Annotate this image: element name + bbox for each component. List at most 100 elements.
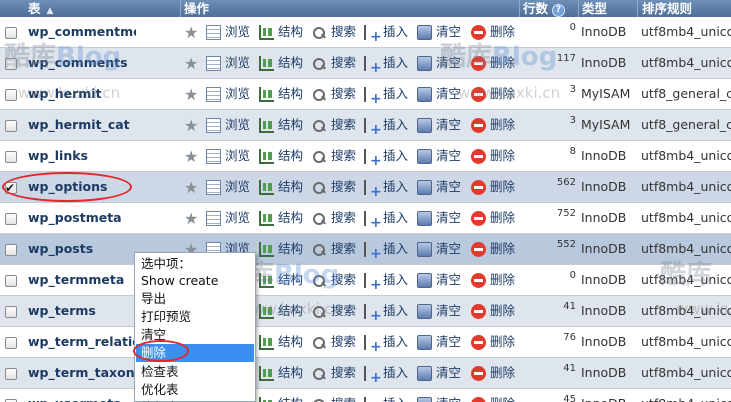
- table-name-link[interactable]: wp_term_relatio: [28, 327, 136, 357]
- drop-action[interactable]: 删除: [471, 110, 515, 140]
- insert-action[interactable]: 插入: [364, 48, 408, 83]
- browse-action[interactable]: 浏览: [206, 48, 250, 78]
- star-icon[interactable]: ★: [184, 117, 199, 133]
- insert-action[interactable]: 插入: [364, 296, 408, 331]
- column-header-rows[interactable]: 行数?: [523, 0, 566, 17]
- row-checkbox[interactable]: [5, 368, 17, 380]
- row-checkbox[interactable]: [5, 89, 17, 101]
- drop-action[interactable]: 删除: [471, 296, 515, 326]
- table-name-link[interactable]: wp_posts: [28, 234, 136, 264]
- insert-action[interactable]: 插入: [364, 79, 408, 114]
- insert-action[interactable]: 插入: [364, 17, 408, 52]
- empty-action[interactable]: 清空: [417, 110, 461, 140]
- drop-action[interactable]: 删除: [471, 265, 515, 295]
- structure-action[interactable]: 结构: [259, 234, 303, 264]
- insert-action[interactable]: 插入: [364, 234, 408, 269]
- empty-action[interactable]: 清空: [417, 265, 461, 295]
- table-name-link[interactable]: wp_hermit_cat: [28, 110, 136, 140]
- structure-action[interactable]: 结构: [259, 203, 303, 233]
- table-name-link[interactable]: wp_usermeta: [28, 389, 136, 402]
- structure-action[interactable]: 结构: [259, 358, 303, 388]
- table-name-link[interactable]: wp_postmeta: [28, 203, 136, 233]
- structure-action[interactable]: 结构: [259, 48, 303, 78]
- browse-action[interactable]: 浏览: [206, 172, 250, 202]
- empty-action[interactable]: 清空: [417, 79, 461, 109]
- drop-action[interactable]: 删除: [471, 172, 515, 202]
- row-checkbox[interactable]: [5, 337, 17, 349]
- row-checkbox[interactable]: [5, 306, 17, 318]
- browse-action[interactable]: 浏览: [206, 203, 250, 233]
- search-action[interactable]: 搜索: [312, 327, 356, 357]
- star-icon[interactable]: ★: [184, 179, 199, 195]
- search-action[interactable]: 搜索: [312, 389, 356, 402]
- table-row[interactable]: wp_usermeta★浏览结构搜索插入清空删除45InnoDButf8mb4_…: [0, 389, 731, 402]
- context-menu-item[interactable]: 导出: [141, 290, 166, 308]
- browse-action[interactable]: 浏览: [206, 17, 250, 47]
- row-checkbox[interactable]: [5, 275, 17, 287]
- drop-action[interactable]: 删除: [471, 389, 515, 402]
- sort-arrow-icon[interactable]: ▲: [47, 6, 54, 16]
- empty-action[interactable]: 清空: [417, 203, 461, 233]
- empty-action[interactable]: 清空: [417, 327, 461, 357]
- drop-action[interactable]: 删除: [471, 141, 515, 171]
- favorite-star-icon[interactable]: ★: [184, 17, 203, 47]
- context-menu-item[interactable]: 检查表: [141, 363, 179, 381]
- table-row[interactable]: wp_term_relatio★浏览结构搜索插入清空删除76InnoDButf8…: [0, 327, 731, 362]
- table-row[interactable]: wp_termmeta★浏览结构搜索插入清空删除0InnoDButf8mb4_u…: [0, 265, 731, 300]
- table-row[interactable]: wp_links ★ 浏览 结构 搜索 插入 清空 删除 8 InnoDB utf8mb4_unic…: [0, 141, 731, 176]
- favorite-star-icon[interactable]: ★: [184, 48, 203, 78]
- structure-action[interactable]: 结构: [259, 79, 303, 109]
- insert-action[interactable]: 插入: [364, 172, 408, 207]
- help-icon[interactable]: ?: [552, 4, 566, 17]
- star-icon[interactable]: ★: [184, 210, 199, 226]
- star-icon[interactable]: ★: [184, 55, 199, 71]
- insert-action[interactable]: 插入: [364, 141, 408, 176]
- structure-action[interactable]: 结构: [259, 110, 303, 140]
- context-menu-item[interactable]: 优化表: [141, 381, 179, 399]
- table-row[interactable]: wp_terms★浏览结构搜索插入清空删除41InnoDButf8mb4_uni…: [0, 296, 731, 331]
- drop-action[interactable]: 删除: [471, 17, 515, 47]
- star-icon[interactable]: ★: [184, 24, 199, 40]
- table-name-link[interactable]: wp_comments: [28, 48, 136, 78]
- drop-action[interactable]: 删除: [471, 327, 515, 357]
- table-row[interactable]: wp_hermit_cat ★ 浏览 结构 搜索 插入 清空 删除 3 MyISAM utf8_ge…: [0, 110, 731, 145]
- insert-action[interactable]: 插入: [364, 389, 408, 402]
- search-action[interactable]: 搜索: [312, 48, 356, 78]
- empty-action[interactable]: 清空: [417, 389, 461, 402]
- star-icon[interactable]: ★: [184, 86, 199, 102]
- table-row[interactable]: wp_postmeta ★ 浏览 结构 搜索 插入 清空 删除 752 InnoDB utf8mb4…: [0, 203, 731, 238]
- search-action[interactable]: 搜索: [312, 110, 356, 140]
- drop-action[interactable]: 删除: [471, 48, 515, 78]
- table-row[interactable]: wp_posts★浏览结构搜索插入清空删除552InnoDButf8mb4_un…: [0, 234, 731, 269]
- search-action[interactable]: 搜索: [312, 358, 356, 388]
- context-menu-item[interactable]: Show create: [141, 272, 218, 290]
- structure-action[interactable]: 结构: [259, 17, 303, 47]
- empty-action[interactable]: 清空: [417, 234, 461, 264]
- browse-action[interactable]: 浏览: [206, 141, 250, 171]
- column-header-type[interactable]: 类型: [582, 0, 607, 17]
- row-checkbox[interactable]: [5, 27, 17, 39]
- structure-action[interactable]: 结构: [259, 265, 303, 295]
- insert-action[interactable]: 插入: [364, 110, 408, 145]
- drop-action[interactable]: 删除: [471, 234, 515, 264]
- search-action[interactable]: 搜索: [312, 79, 356, 109]
- structure-action[interactable]: 结构: [259, 172, 303, 202]
- empty-action[interactable]: 清空: [417, 296, 461, 326]
- search-action[interactable]: 搜索: [312, 203, 356, 233]
- browse-action[interactable]: 浏览: [206, 110, 250, 140]
- structure-action[interactable]: 结构: [259, 327, 303, 357]
- column-header-collation[interactable]: 排序规则: [642, 0, 692, 17]
- search-action[interactable]: 搜索: [312, 141, 356, 171]
- structure-action[interactable]: 结构: [259, 389, 303, 402]
- context-menu-item[interactable]: 打印预览: [141, 308, 191, 326]
- empty-action[interactable]: 清空: [417, 141, 461, 171]
- row-checkbox[interactable]: [5, 120, 17, 132]
- browse-action[interactable]: 浏览: [206, 79, 250, 109]
- table-name-link[interactable]: wp_terms: [28, 296, 136, 326]
- table-row[interactable]: wp_commentmeta ★ 浏览 结构 搜索 插入 清空 删除 0 InnoDB utf8mb…: [0, 17, 731, 52]
- search-action[interactable]: 搜索: [312, 17, 356, 47]
- favorite-star-icon[interactable]: ★: [184, 79, 203, 109]
- row-checkbox[interactable]: [5, 58, 17, 70]
- structure-action[interactable]: 结构: [259, 141, 303, 171]
- favorite-star-icon[interactable]: ★: [184, 141, 203, 171]
